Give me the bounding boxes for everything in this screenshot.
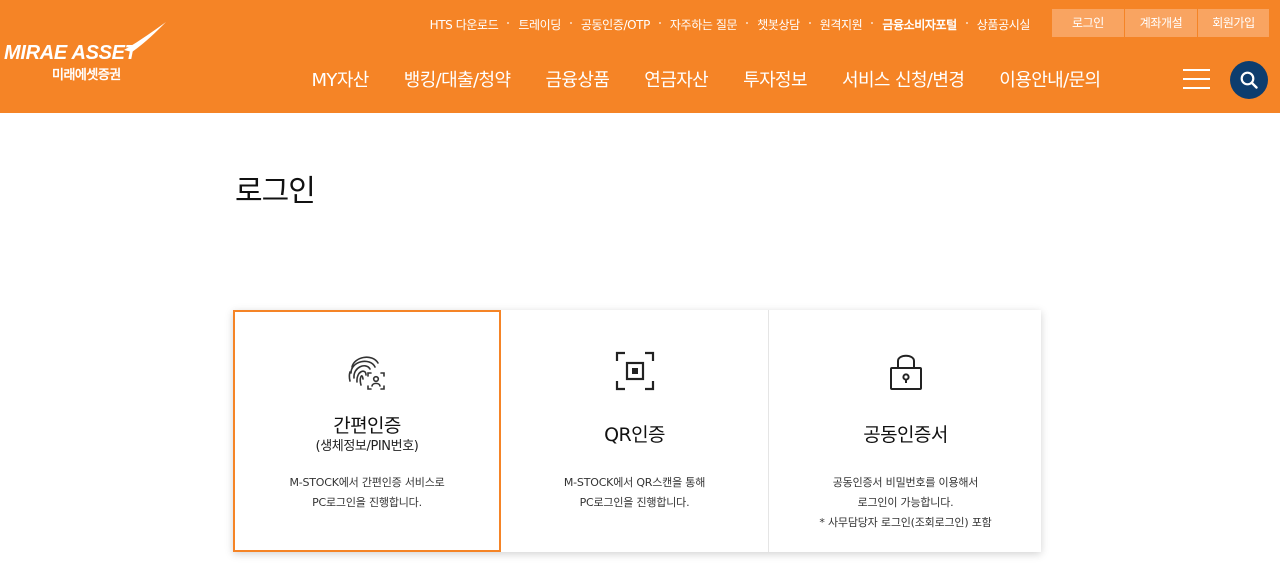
account-buttons: 로그인 계좌개설 회원가입	[1052, 9, 1269, 37]
main-nav-financial-products[interactable]: 금융상품	[528, 66, 627, 92]
util-link-chatbot[interactable]: 챗봇상담	[746, 16, 810, 33]
page-title: 로그인	[235, 174, 316, 209]
mirae-asset-logo[interactable]: MIRAE ASSET 미래에셋증권	[4, 20, 169, 84]
util-link-consumer-portal[interactable]: 금융소비자포털	[871, 16, 966, 33]
card-description: 공동인증서 비밀번호를 이용해서 로그인이 가능합니다. * 사무담당자 로그인…	[770, 473, 1041, 533]
login-method-qr-auth[interactable]: QR인증 M-STOCK에서 QR스캔을 통해 PC로그인을 진행합니다.	[501, 310, 769, 552]
hamburger-menu-icon[interactable]	[1183, 69, 1210, 90]
main-nav-guide-inquiry[interactable]: 이용안내/문의	[982, 66, 1118, 92]
login-method-joint-certificate[interactable]: 공동인증서 공동인증서 비밀번호를 이용해서 로그인이 가능합니다. * 사무담…	[770, 310, 1041, 552]
card-description: M-STOCK에서 간편인증 서비스로 PC로그인을 진행합니다.	[235, 473, 499, 513]
main-nav-banking[interactable]: 뱅킹/대출/청약	[386, 66, 528, 92]
util-link-hts-download[interactable]: HTS 다운로드	[420, 16, 509, 33]
card-description: M-STOCK에서 QR스캔을 통해 PC로그인을 진행합니다.	[501, 473, 768, 513]
login-button[interactable]: 로그인	[1052, 9, 1124, 37]
main-nav-pension[interactable]: 연금자산	[627, 66, 726, 92]
main-nav-investment-info[interactable]: 투자정보	[726, 66, 825, 92]
signup-button[interactable]: 회원가입	[1198, 9, 1269, 37]
card-desc-line: 로그인이 가능합니다.	[857, 496, 954, 509]
util-link-product-disclosure[interactable]: 상품공시실	[965, 16, 1040, 33]
util-link-remote-support[interactable]: 원격지원	[808, 16, 873, 33]
login-method-cards: 간편인증 (생체정보/PIN번호) M-STOCK에서 간편인증 서비스로 PC…	[233, 310, 1041, 552]
card-title: QR인증	[604, 424, 665, 446]
card-desc-line: PC로그인을 진행합니다.	[579, 496, 690, 509]
card-desc-line: * 사무담당자 로그인(조회로그인) 포함	[819, 516, 992, 529]
search-button[interactable]	[1230, 61, 1268, 99]
card-desc-line: PC로그인을 진행합니다.	[312, 496, 422, 509]
site-header: MIRAE ASSET 미래에셋증권 HTS 다운로드 트레이딩 공동인증/OT…	[0, 0, 1280, 113]
main-nav-service-request[interactable]: 서비스 신청/변경	[824, 66, 981, 92]
util-link-trading[interactable]: 트레이딩	[507, 16, 571, 33]
main-nav-my-assets[interactable]: MY자산	[294, 66, 386, 92]
login-method-simple-auth[interactable]: 간편인증 (생체정보/PIN번호) M-STOCK에서 간편인증 서비스로 PC…	[233, 310, 501, 552]
card-title: 간편인증	[333, 415, 401, 437]
util-link-faq[interactable]: 자주하는 질문	[658, 16, 747, 33]
card-subtitle: (생체정보/PIN번호)	[315, 439, 419, 454]
util-link-certificate-otp[interactable]: 공동인증/OTP	[569, 16, 660, 33]
utility-nav: HTS 다운로드 트레이딩 공동인증/OTP 자주하는 질문 챗봇상담 원격지원…	[420, 16, 1040, 32]
qr-scan-icon	[615, 351, 654, 391]
main-nav: MY자산 뱅킹/대출/청약 금융상품 연금자산 투자정보 서비스 신청/변경 이…	[294, 66, 1118, 92]
card-title: 공동인증서	[863, 424, 948, 446]
card-desc-line: 공동인증서 비밀번호를 이용해서	[832, 476, 979, 489]
search-icon	[1240, 71, 1258, 89]
logo-english-text: MIRAE ASSET	[4, 42, 137, 64]
card-desc-line: M-STOCK에서 간편인증 서비스로	[289, 476, 445, 489]
open-account-button[interactable]: 계좌개설	[1125, 9, 1197, 37]
card-desc-line: M-STOCK에서 QR스캔을 통해	[563, 476, 706, 489]
fingerprint-icon	[348, 356, 385, 390]
logo-korean-text: 미래에셋증권	[52, 68, 121, 83]
lock-icon	[889, 354, 922, 390]
